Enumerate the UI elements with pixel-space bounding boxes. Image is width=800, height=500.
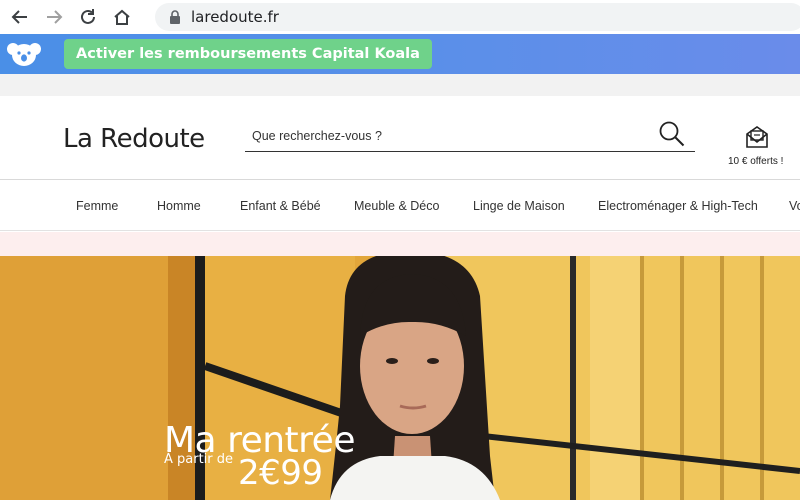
address-bar[interactable]: laredoute.fr <box>155 3 800 31</box>
back-arrow-icon <box>11 10 27 24</box>
lock-icon <box>170 10 180 24</box>
offer-link[interactable]: 10 € offerts ! <box>728 124 788 172</box>
nav-item-electromenager[interactable]: Electroménager & High-Tech <box>598 199 758 213</box>
site-header: La Redoute 10 € offerts ! <box>0 96 800 180</box>
url-text: laredoute.fr <box>191 8 279 26</box>
forward-button[interactable] <box>40 3 68 31</box>
forward-arrow-icon <box>47 10 63 24</box>
hero-from-label: À partir de <box>164 452 234 467</box>
hero-image <box>0 256 800 500</box>
nav-item-femme[interactable]: Femme <box>76 199 118 213</box>
reload-button[interactable] <box>74 3 102 31</box>
search-input[interactable] <box>245 120 695 152</box>
nav-item-linge-de-maison[interactable]: Linge de Maison <box>473 199 565 213</box>
reload-icon <box>81 9 95 24</box>
browser-toolbar: laredoute.fr <box>0 0 800 34</box>
nav-item-meuble-deco[interactable]: Meuble & Déco <box>354 199 439 213</box>
koala-icon[interactable] <box>6 40 42 68</box>
nav-item-homme[interactable]: Homme <box>157 199 201 213</box>
main-nav: Femme Homme Enfant & Bébé Meuble & Déco … <box>0 181 800 231</box>
offer-text: 10 € offerts ! <box>728 156 784 167</box>
hero-banner[interactable]: Ma rentrée À partir de 2€99 <box>0 256 800 500</box>
promo-strip <box>0 232 800 256</box>
hero-price: 2€99 <box>238 453 323 493</box>
extension-bar: Activer les remboursements Capital Koala <box>0 34 800 74</box>
spacer-bar <box>0 74 800 96</box>
nav-item-truncated[interactable]: Vo <box>789 199 800 213</box>
home-button[interactable] <box>108 3 136 31</box>
back-button[interactable] <box>6 3 34 31</box>
site-logo[interactable]: La Redoute <box>63 124 205 154</box>
home-icon <box>114 9 130 25</box>
gift-icon <box>746 126 768 148</box>
capital-koala-button[interactable]: Activer les remboursements Capital Koala <box>64 39 432 69</box>
search-icon[interactable] <box>658 120 686 148</box>
nav-item-enfant-bebe[interactable]: Enfant & Bébé <box>240 199 321 213</box>
